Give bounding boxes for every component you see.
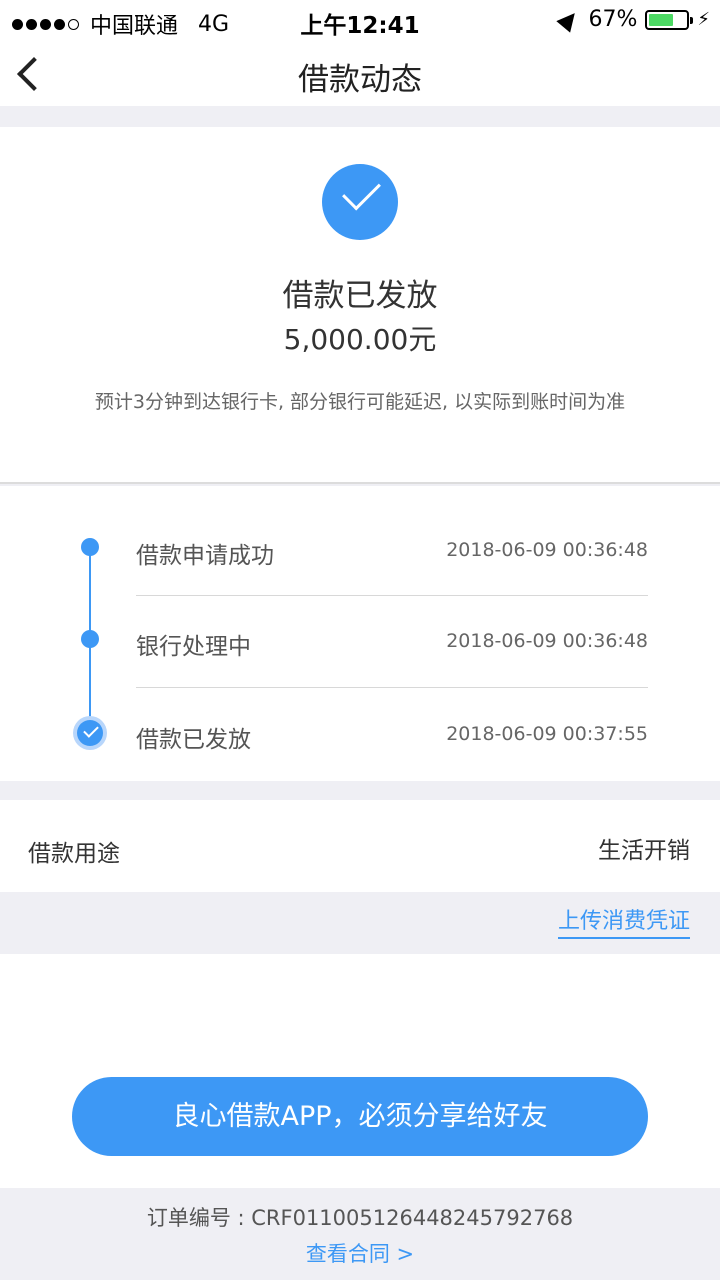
nav-bar: 借款动态 [0,40,720,106]
loan-amount: 5,000.00元 [283,323,437,356]
timeline-item-time: 2018-06-09 00:36:48 [446,630,648,652]
loan-status-card: 借款已发放 5,000.00元 预计3分钟到达银行卡, 部分银行可能延迟, 以实… [0,127,720,484]
battery-percent: 67% [588,7,638,32]
upload-receipt-link[interactable]: 上传消费凭证 [557,903,690,939]
timeline-dot-icon [81,538,99,556]
timeline-dot-icon [81,630,99,648]
timeline-item-time: 2018-06-09 00:37:55 [446,723,648,745]
loan-purpose-row: 借款用途 生活开销 [0,800,720,892]
loan-timeline: 借款申请成功 2018-06-09 00:36:48 银行处理中 2018-06… [0,486,720,781]
status-bar-right: 67% ⚡ [556,6,710,33]
status-bar: 中国联通 4G 上午12:41 67% ⚡ [0,0,720,40]
loan-purpose-label: 借款用途 [28,841,120,867]
order-number: 订单编号 : CRF0110051264482457927​68 [146,1206,574,1230]
timeline-divider [136,595,648,596]
charging-bolt-icon: ⚡ [697,9,710,30]
timeline-item-label: 借款申请成功 [136,543,274,569]
location-arrow-icon [556,6,583,33]
timeline-item: 银行处理中 2018-06-09 00:36:48 [136,627,648,719]
timeline-item-time: 2018-06-09 00:36:48 [446,539,648,561]
upload-strip: 上传消费凭证 [0,892,720,954]
timeline-item-label: 银行处理中 [136,634,251,660]
share-button[interactable]: 良心借款APP，必须分享给好友 [72,1077,648,1156]
timeline-check-icon [73,716,107,750]
order-footer: 订单编号 : CRF0110051264482457927​68 查看合同 > [0,1188,720,1280]
timeline-divider [136,687,648,688]
loan-status-title: 借款已发放 [282,278,438,314]
view-contract-link[interactable]: 查看合同 > [0,1238,720,1268]
battery-icon [645,9,694,30]
loan-purpose-value: 生活开销 [598,838,690,864]
timeline-item-label: 借款已发放 [136,727,251,753]
arrival-notice: 预计3分钟到达银行卡, 部分银行可能延迟, 以实际到账时间为准 [94,391,626,413]
timeline-item: 借款申请成功 2018-06-09 00:36:48 [136,536,648,628]
success-check-icon [322,164,398,240]
timeline-item: 借款已发放 2018-06-09 00:37:55 [136,720,648,812]
page-title: 借款动态 [298,62,422,98]
